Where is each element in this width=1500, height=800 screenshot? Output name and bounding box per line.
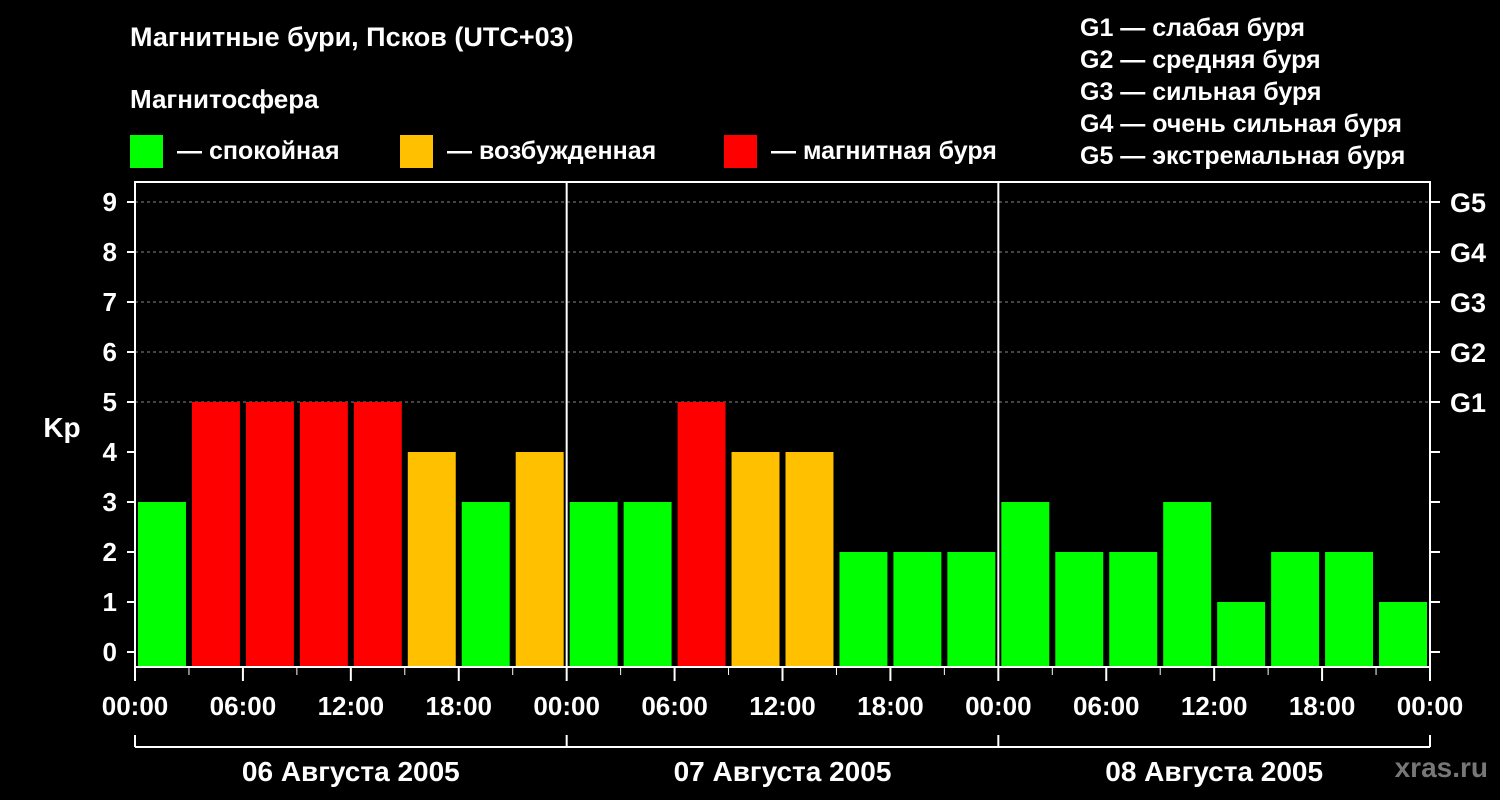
x-tick-label: 06:00 bbox=[641, 691, 708, 721]
g-scale-label: G4 bbox=[1450, 238, 1486, 268]
day-label: 06 Августа 2005 bbox=[242, 756, 460, 787]
x-tick-label: 06:00 bbox=[210, 691, 277, 721]
kp-bar bbox=[515, 452, 564, 667]
day-label: 07 Августа 2005 bbox=[674, 756, 892, 787]
g-scale-label: G3 bbox=[1450, 288, 1486, 318]
g-scale-label: G2 bbox=[1450, 338, 1486, 368]
x-tick-label: 00:00 bbox=[102, 691, 169, 721]
kp-bar bbox=[407, 452, 456, 667]
day-label: 08 Августа 2005 bbox=[1105, 756, 1323, 787]
kp-bar bbox=[893, 552, 942, 667]
x-tick-label: 18:00 bbox=[857, 691, 924, 721]
watermark: xras.ru bbox=[1394, 752, 1488, 783]
y-tick-label: 0 bbox=[103, 637, 117, 667]
y-tick-label: 2 bbox=[103, 537, 117, 567]
kp-bar bbox=[299, 402, 348, 667]
kp-bar bbox=[1217, 602, 1266, 667]
kp-bar bbox=[569, 502, 618, 667]
kp-bar bbox=[947, 552, 996, 667]
kp-bar bbox=[1325, 552, 1374, 667]
kp-bar bbox=[731, 452, 780, 667]
g-scale-label: G1 bbox=[1450, 388, 1486, 418]
kp-bar bbox=[461, 502, 510, 667]
kp-bar bbox=[1163, 502, 1212, 667]
kp-bar bbox=[623, 502, 672, 667]
x-tick-label: 12:00 bbox=[318, 691, 385, 721]
x-tick-label: 18:00 bbox=[426, 691, 493, 721]
kp-bar bbox=[1109, 552, 1158, 667]
y-tick-label: 1 bbox=[103, 587, 117, 617]
g-scale-label: G5 bbox=[1450, 188, 1486, 218]
y-tick-label: 6 bbox=[103, 337, 117, 367]
kp-bar bbox=[785, 452, 834, 667]
y-tick-label: 3 bbox=[103, 487, 117, 517]
y-tick-label: 8 bbox=[103, 237, 117, 267]
x-tick-label: 18:00 bbox=[1289, 691, 1356, 721]
y-tick-label: 5 bbox=[103, 387, 117, 417]
y-tick-label: 9 bbox=[103, 187, 117, 217]
y-axis-label: Kp bbox=[43, 412, 80, 443]
kp-bar bbox=[677, 402, 726, 667]
kp-bar bbox=[138, 502, 186, 667]
kp-bar bbox=[191, 402, 240, 667]
kp-bar bbox=[245, 402, 294, 667]
y-tick-label: 7 bbox=[103, 287, 117, 317]
x-tick-label: 12:00 bbox=[749, 691, 816, 721]
kp-chart: 0 1 2 3 4 5 6 7 8 9 G1 G2 G3 G4 G5 Kp 00:00 06:00 12:00 18:… bbox=[43, 181, 1486, 787]
kp-bar bbox=[1271, 552, 1320, 667]
x-tick-label: 12:00 bbox=[1181, 691, 1248, 721]
x-tick-label: 00:00 bbox=[965, 691, 1032, 721]
kp-bar bbox=[1001, 502, 1050, 667]
kp-bar bbox=[839, 552, 888, 667]
kp-bar bbox=[1379, 602, 1427, 667]
kp-bar bbox=[1055, 552, 1104, 667]
x-tick-label: 00:00 bbox=[1397, 691, 1464, 721]
kp-bar bbox=[353, 402, 402, 667]
y-tick-label: 4 bbox=[103, 437, 118, 467]
x-tick-label: 00:00 bbox=[533, 691, 600, 721]
x-tick-label: 06:00 bbox=[1073, 691, 1140, 721]
